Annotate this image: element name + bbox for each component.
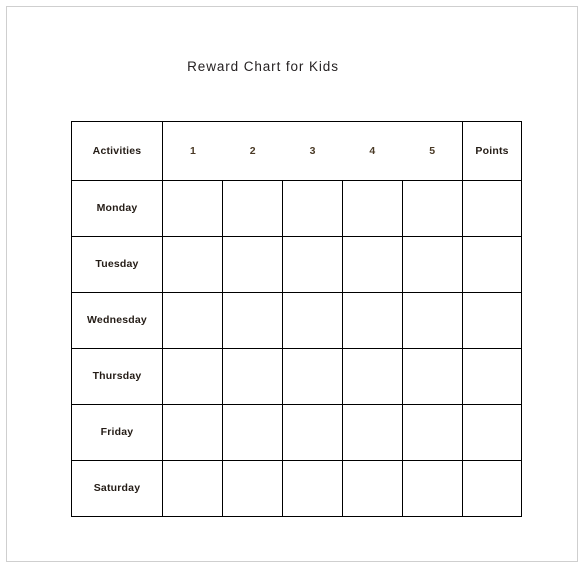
- row-label-friday: Friday: [100, 426, 134, 439]
- cell-friday-4[interactable]: [342, 404, 403, 461]
- page-title: Reward Chart for Kids: [187, 59, 339, 74]
- header-cell-activities: Activities: [71, 121, 163, 181]
- cell-thursday-5[interactable]: [401, 348, 464, 405]
- cell-saturday-3[interactable]: [282, 460, 343, 517]
- table-row: Saturday: [71, 460, 523, 517]
- table-row: Tuesday: [71, 236, 523, 293]
- table-row: Thursday: [71, 348, 523, 405]
- header-label-activities: Activities: [92, 144, 142, 157]
- row-label-cell-saturday: Saturday: [71, 460, 163, 517]
- cell-tuesday-1[interactable]: [162, 236, 223, 293]
- cell-tuesday-4[interactable]: [342, 236, 403, 293]
- cell-wednesday-4[interactable]: [342, 292, 403, 349]
- header-number-5: 5: [429, 144, 436, 157]
- cell-monday-3[interactable]: [282, 180, 343, 237]
- row-label-monday: Monday: [96, 202, 138, 215]
- cell-friday-5[interactable]: [401, 404, 464, 461]
- cell-saturday-4[interactable]: [342, 460, 403, 517]
- row-label-cell-wednesday: Wednesday: [71, 292, 163, 349]
- page-canvas: Reward Chart for Kids Activities 1 2 3 4: [6, 6, 578, 562]
- cell-saturday-2[interactable]: [222, 460, 283, 517]
- row-label-tuesday: Tuesday: [95, 258, 139, 271]
- header-number-3: 3: [309, 144, 316, 157]
- cell-monday-5[interactable]: [401, 180, 464, 237]
- cell-tuesday-5[interactable]: [401, 236, 464, 293]
- cell-wednesday-3[interactable]: [282, 292, 343, 349]
- cell-monday-1[interactable]: [162, 180, 223, 237]
- cell-friday-2[interactable]: [222, 404, 283, 461]
- cell-monday-2[interactable]: [222, 180, 283, 237]
- cell-tuesday-2[interactable]: [222, 236, 283, 293]
- row-label-cell-thursday: Thursday: [71, 348, 163, 405]
- cell-thursday-3[interactable]: [282, 348, 343, 405]
- row-label-wednesday: Wednesday: [87, 314, 147, 327]
- cell-friday-points[interactable]: [462, 404, 523, 461]
- table-header-row: Activities 1 2 3 4 5 Points: [71, 121, 523, 181]
- cell-tuesday-3[interactable]: [282, 236, 343, 293]
- header-number-4: 4: [369, 144, 376, 157]
- cell-saturday-5[interactable]: [401, 460, 464, 517]
- cell-wednesday-2[interactable]: [222, 292, 283, 349]
- cell-saturday-points[interactable]: [462, 460, 523, 517]
- row-label-cell-friday: Friday: [71, 404, 163, 461]
- header-cell-numbers: 1 2 3 4 5: [161, 121, 464, 181]
- cell-friday-1[interactable]: [162, 404, 223, 461]
- cell-monday-points[interactable]: [462, 180, 523, 237]
- row-label-thursday: Thursday: [92, 370, 142, 383]
- table-row: Monday: [71, 180, 523, 237]
- header-number-1: 1: [189, 144, 196, 157]
- cell-wednesday-5[interactable]: [401, 292, 464, 349]
- reward-chart-table: Activities 1 2 3 4 5 Points Monday Tuesd…: [71, 121, 523, 517]
- header-number-2: 2: [249, 144, 256, 157]
- table-row: Friday: [71, 404, 523, 461]
- cell-wednesday-1[interactable]: [162, 292, 223, 349]
- cell-friday-3[interactable]: [282, 404, 343, 461]
- cell-thursday-4[interactable]: [342, 348, 403, 405]
- row-label-saturday: Saturday: [93, 482, 141, 495]
- cell-thursday-points[interactable]: [462, 348, 523, 405]
- row-label-cell-tuesday: Tuesday: [71, 236, 163, 293]
- table-row: Wednesday: [71, 292, 523, 349]
- cell-monday-4[interactable]: [342, 180, 403, 237]
- header-cell-points: Points: [462, 121, 523, 181]
- header-label-points: Points: [475, 144, 509, 157]
- cell-saturday-1[interactable]: [162, 460, 223, 517]
- cell-tuesday-points[interactable]: [462, 236, 523, 293]
- cell-thursday-1[interactable]: [162, 348, 223, 405]
- row-label-cell-monday: Monday: [71, 180, 163, 237]
- cell-thursday-2[interactable]: [222, 348, 283, 405]
- cell-wednesday-points[interactable]: [462, 292, 523, 349]
